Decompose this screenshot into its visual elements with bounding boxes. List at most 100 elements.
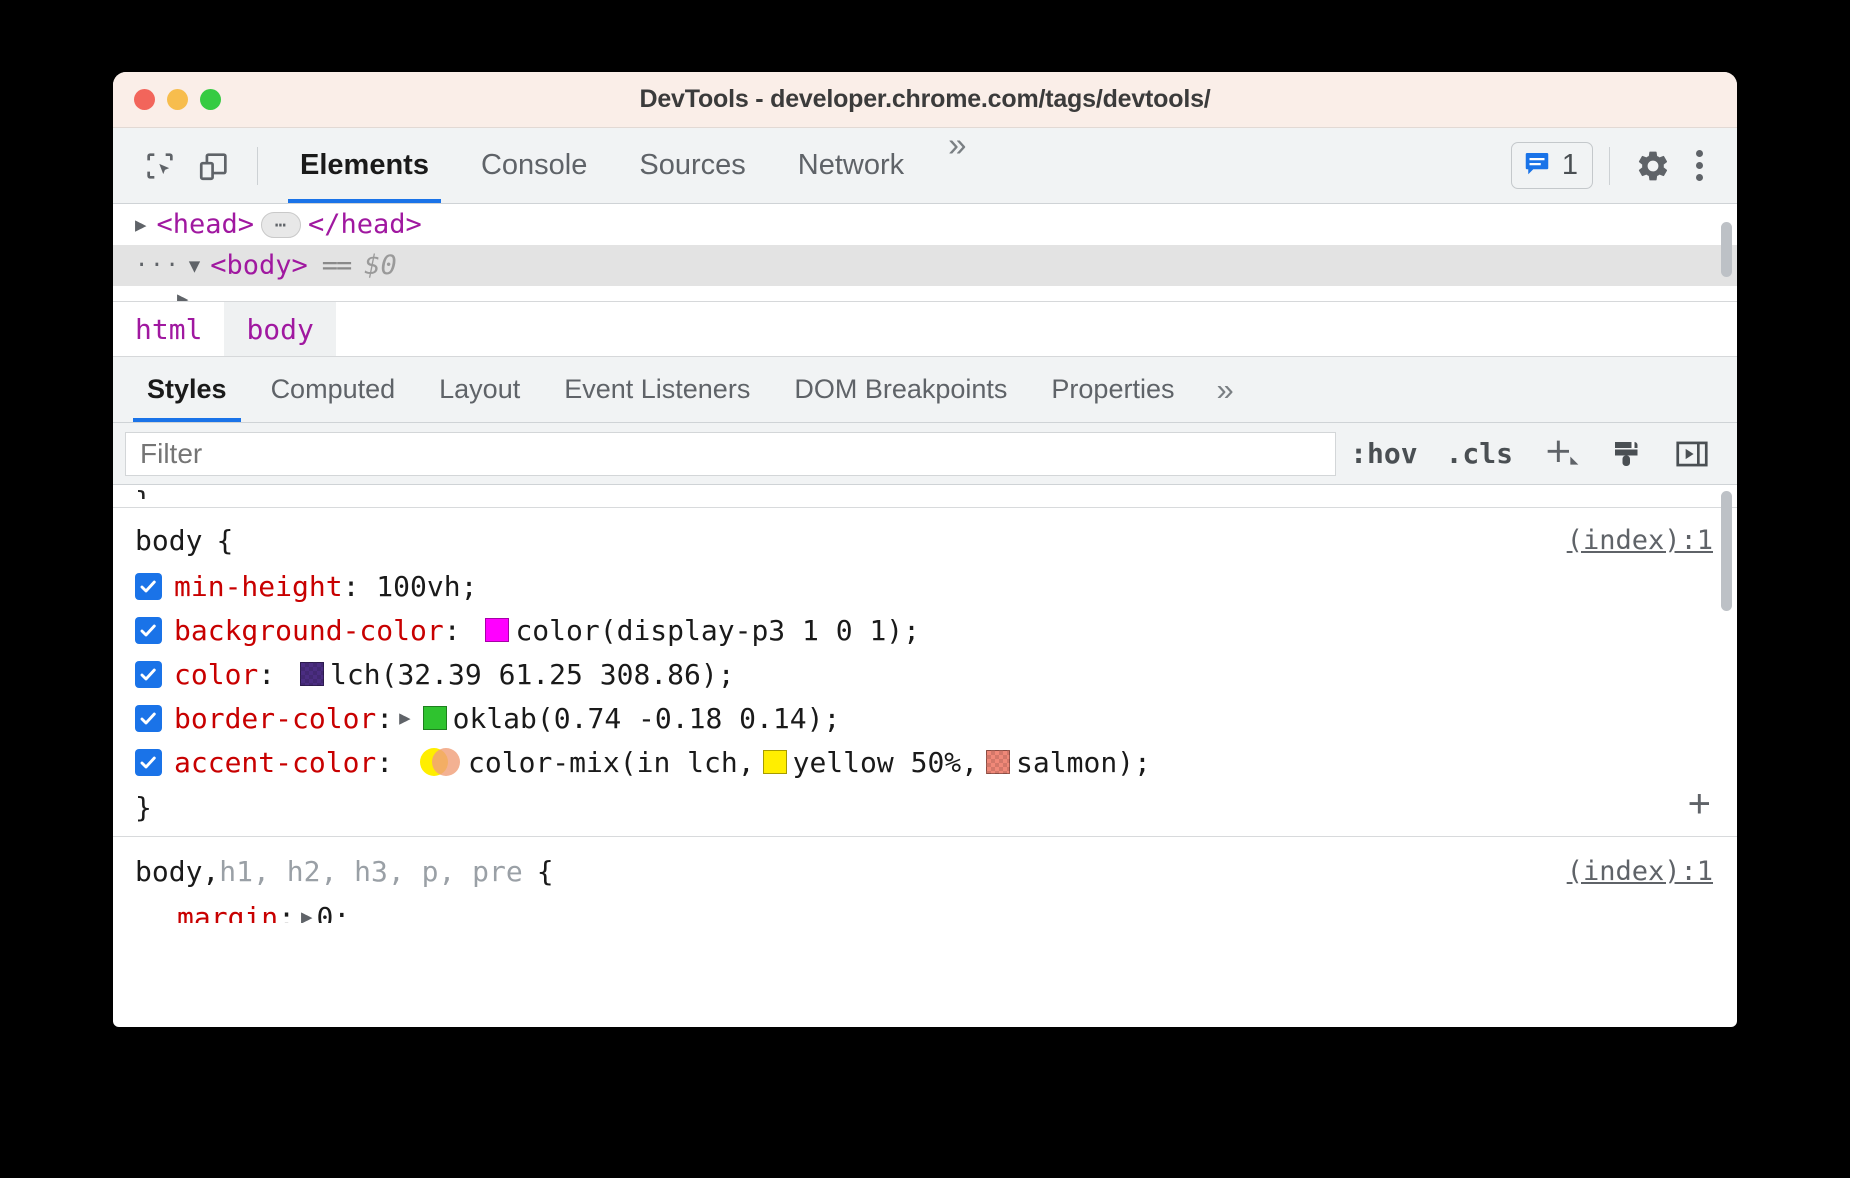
toolbar-divider-2	[1609, 146, 1610, 185]
declaration-color[interactable]: color : lch(32.39 61.25 308.86);	[135, 652, 1715, 696]
declaration-background-color[interactable]: background-color : color(display-p3 1 0 …	[135, 608, 1715, 652]
console-ref-label: $0	[364, 250, 397, 281]
more-panels-chevron-icon[interactable]: »	[930, 128, 984, 203]
tab-console[interactable]: Console	[455, 128, 613, 203]
breadcrumb-item-body[interactable]: body	[224, 302, 336, 356]
style-rule-body: body { (index):1 min-height : 100vh; bac…	[113, 508, 1737, 830]
paint-brush-icon[interactable]	[1595, 436, 1659, 472]
styles-rules-list[interactable]: } body { (index):1 min-height : 100vh;	[113, 485, 1737, 923]
toggle-hover-state-button[interactable]: :hov	[1336, 437, 1431, 470]
expand-shorthand-triangle-icon[interactable]: ▶	[399, 707, 410, 729]
close-window-button[interactable]	[134, 89, 155, 110]
dom-row-partial[interactable]	[113, 286, 1737, 301]
dom-tree[interactable]: <head> ⋯ </head> ··· <body> == $0	[113, 204, 1737, 301]
rule-close-brace: }	[135, 790, 152, 824]
tab-properties[interactable]: Properties	[1029, 357, 1196, 422]
declaration-accent-color[interactable]: accent-color : color-mix(in lch, yellow …	[135, 740, 1715, 784]
collapsed-children-icon[interactable]: ⋯	[261, 211, 301, 238]
declaration-checkbox[interactable]	[135, 748, 162, 776]
rule-selector-2-dim[interactable]: h1, h2, h3, p, pre	[219, 855, 522, 888]
collapse-triangle-icon[interactable]	[189, 255, 200, 277]
head-open-tag: <head>	[156, 209, 254, 240]
rule-selector[interactable]: body	[135, 524, 202, 557]
maximize-window-button[interactable]	[200, 89, 221, 110]
property-colon: :	[376, 701, 394, 735]
styles-scrollbar[interactable]	[1721, 491, 1732, 611]
device-toolbar-icon[interactable]	[187, 139, 241, 193]
rule-selector-line[interactable]: body { (index):1	[135, 516, 1715, 564]
property-name[interactable]: color	[174, 658, 258, 691]
property-value-part-1[interactable]: color-mix(in lch,	[468, 746, 755, 779]
property-value-part-3[interactable]: salmon);	[1016, 746, 1151, 779]
inspect-element-icon[interactable]	[133, 139, 187, 193]
declaration-checkbox[interactable]	[135, 616, 162, 644]
property-name[interactable]: background-color	[174, 614, 444, 647]
toggle-sidebar-icon[interactable]	[1659, 435, 1725, 473]
property-value[interactable]: color(display-p3 1 0 1);	[515, 614, 920, 647]
rule-origin-link-2[interactable]: (index):1	[1567, 856, 1713, 887]
tab-network[interactable]: Network	[772, 128, 930, 203]
property-value[interactable]: 100vh;	[376, 570, 477, 603]
dom-row-head[interactable]: <head> ⋯ </head>	[113, 204, 1737, 245]
toolbar-divider	[257, 146, 258, 185]
tab-event-listeners[interactable]: Event Listeners	[542, 357, 772, 422]
screen: DevTools - developer.chrome.com/tags/dev…	[0, 0, 1850, 1178]
color-swatch-salmon[interactable]	[986, 750, 1011, 774]
expand-shorthand-triangle-icon[interactable]: ▶	[301, 906, 312, 923]
color-mix-swatch[interactable]	[420, 748, 461, 776]
property-name[interactable]: accent-color	[174, 746, 376, 779]
property-value-part-2[interactable]: yellow 50%,	[793, 746, 978, 779]
message-icon	[1522, 148, 1552, 183]
toolbar-right-actions: 1	[1510, 139, 1737, 193]
property-name[interactable]: min-height	[174, 570, 343, 603]
rule-close-line: } +	[135, 784, 1715, 830]
tab-styles[interactable]: Styles	[125, 357, 249, 422]
rule-selector-2[interactable]: body,	[135, 855, 219, 888]
declaration-checkbox[interactable]	[135, 572, 162, 600]
color-swatch[interactable]	[422, 706, 447, 730]
tab-computed[interactable]: Computed	[249, 357, 418, 422]
traffic-lights[interactable]	[134, 89, 221, 110]
tab-network-label: Network	[797, 149, 905, 181]
new-style-rule-button[interactable]	[1527, 434, 1595, 474]
tab-sources-label: Sources	[639, 149, 746, 181]
property-value[interactable]: 0;	[316, 901, 350, 924]
tab-sources[interactable]: Sources	[613, 128, 771, 203]
toggle-class-button[interactable]: .cls	[1432, 437, 1527, 470]
color-swatch[interactable]	[485, 618, 510, 642]
minimize-window-button[interactable]	[167, 89, 188, 110]
dom-tree-scrollbar[interactable]	[1721, 222, 1732, 277]
property-colon: :	[342, 569, 377, 603]
color-swatch[interactable]	[300, 662, 325, 686]
property-name[interactable]: margin	[177, 901, 278, 924]
tab-dom-breakpoints-label: DOM Breakpoints	[794, 374, 1008, 404]
declaration-border-color[interactable]: border-color : ▶ oklab(0.74 -0.18 0.14);	[135, 696, 1715, 740]
message-count-button[interactable]: 1	[1510, 142, 1593, 189]
property-value[interactable]: oklab(0.74 -0.18 0.14);	[453, 702, 841, 735]
property-name[interactable]: border-color	[174, 702, 376, 735]
declaration-checkbox[interactable]	[135, 660, 162, 688]
filter-input[interactable]	[125, 431, 1337, 476]
rule-selector-line-2[interactable]: body, h1, h2, h3, p, pre { (index):1	[135, 847, 1715, 895]
styles-filter-bar: :hov .cls	[113, 423, 1737, 485]
declaration-checkbox[interactable]	[135, 704, 162, 732]
gear-icon[interactable]	[1626, 139, 1680, 193]
expand-triangle-icon[interactable]	[135, 214, 146, 236]
color-swatch-yellow[interactable]	[762, 750, 787, 774]
expand-triangle-icon-partial[interactable]	[177, 288, 188, 302]
window-titlebar: DevTools - developer.chrome.com/tags/dev…	[113, 72, 1737, 128]
breadcrumb-item-html-label: html	[135, 312, 203, 346]
kebab-menu-icon[interactable]	[1680, 150, 1719, 181]
add-declaration-button[interactable]: +	[1688, 784, 1711, 824]
declaration-min-height[interactable]: min-height : 100vh;	[135, 564, 1715, 608]
tab-layout-label: Layout	[439, 374, 521, 404]
breadcrumb-item-html[interactable]: html	[113, 302, 224, 356]
tab-elements[interactable]: Elements	[274, 128, 455, 203]
tab-layout[interactable]: Layout	[417, 357, 542, 422]
tab-dom-breakpoints[interactable]: DOM Breakpoints	[772, 357, 1029, 422]
more-panes-chevron-icon[interactable]: »	[1196, 357, 1253, 422]
dom-row-body[interactable]: ··· <body> == $0	[113, 245, 1737, 286]
declaration-margin[interactable]: margin : ▶ 0;	[135, 895, 1715, 924]
property-value[interactable]: lch(32.39 61.25 308.86);	[330, 658, 735, 691]
rule-origin-link[interactable]: (index):1	[1567, 525, 1713, 556]
